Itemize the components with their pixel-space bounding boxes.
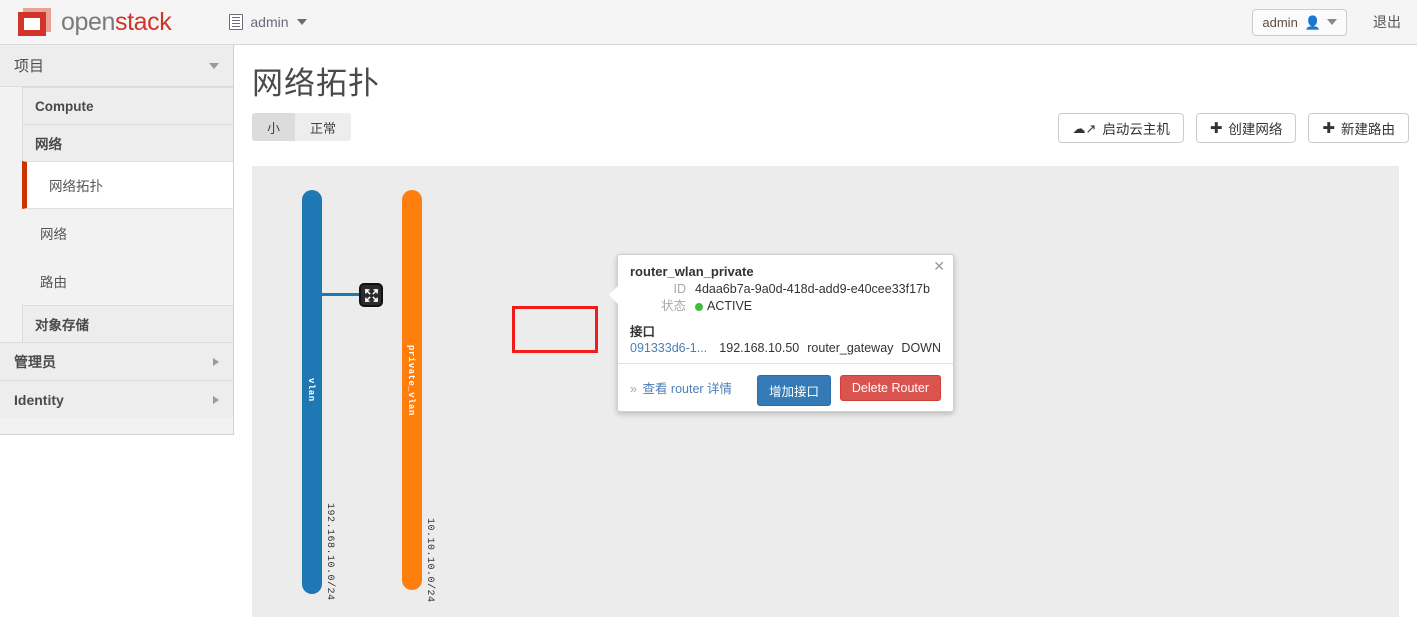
person-icon: 👤 [1304, 14, 1321, 30]
sidebar-header-project-label: 项目 [14, 58, 45, 75]
sidebar-item-routers-label: 路由 [40, 275, 67, 290]
chevron-down-icon [209, 62, 219, 69]
interface-id-link[interactable]: 091333d6-1... [630, 341, 711, 355]
openstack-logo[interactable]: openstack [18, 7, 172, 37]
sidebar-item-object-storage-label: 对象存储 [35, 318, 89, 333]
router-detail-popup[interactable]: ✕ router_wlan_private ID 4daa6b7a-9a0d-4… [609, 254, 954, 412]
create-router-label: 新建路由 [1341, 122, 1395, 137]
network-bar-private-vlan-subnet: 10.10.10.0/24 [424, 518, 435, 603]
chevron-right-icon [213, 357, 219, 366]
topology-size-toggle: 小 正常 [252, 113, 352, 141]
view-router-detail-label: 查看 router 详情 [642, 381, 733, 396]
popup-id-row: ID 4daa6b7a-9a0d-418d-add9-e40cee33f17b [630, 282, 941, 297]
popup-status-label: 状态 [660, 299, 686, 313]
sidebar-item-network-label: 网络 [35, 137, 62, 152]
interface-ip: 192.168.10.50 [719, 341, 800, 355]
network-bar-private-vlan[interactable]: private_vlan 10.10.10.0/24 [402, 190, 435, 603]
sidebar-header-admin-label: 管理员 [14, 353, 56, 370]
logo-text-stack: stack [115, 7, 172, 36]
popup-id-value: 4daa6b7a-9a0d-418d-add9-e40cee33f17b [695, 282, 930, 296]
sidebar-item-network-topology[interactable]: 网络拓扑 [22, 161, 233, 209]
user-menu-label: admin [1262, 14, 1298, 30]
openstack-logo-icon [18, 8, 52, 36]
create-network-button[interactable]: ✚ 创建网络 [1195, 113, 1297, 143]
main-content: 网络拓扑 小 正常 ☁↗ 启动云主机 ✚ 创建网络 ✚ 新建路由 vlan 19… [234, 45, 1417, 631]
launch-instance-label: 启动云主机 [1102, 122, 1170, 137]
sidebar-item-network[interactable]: 网络 [22, 124, 233, 161]
network-bar-vlan-subnet: 192.168.10.0/24 [324, 503, 335, 601]
sidebar-header-admin[interactable]: 管理员 [0, 342, 233, 380]
action-buttons: ☁↗ 启动云主机 ✚ 创建网络 ✚ 新建路由 [1058, 113, 1409, 143]
chevron-down-icon [296, 19, 307, 25]
create-network-label: 创建网络 [1228, 122, 1283, 137]
router-move-icon [364, 288, 378, 302]
sidebar-item-routers[interactable]: 路由 [22, 257, 233, 305]
popup-status-value-wrap: ACTIVE [695, 299, 752, 314]
network-bar-vlan[interactable]: vlan 192.168.10.0/24 [302, 190, 335, 601]
popup-pointer-arrow [609, 286, 618, 304]
sidebar-item-object-storage[interactable]: 对象存储 [22, 305, 233, 342]
chevron-down-icon [1327, 19, 1337, 25]
popup-status-row: 状态 ACTIVE [630, 299, 941, 314]
router-node[interactable] [359, 283, 383, 307]
plus-icon: ✚ [1209, 119, 1223, 137]
create-router-button[interactable]: ✚ 新建路由 [1308, 113, 1409, 143]
add-interface-button[interactable]: 增加接口 [757, 375, 832, 406]
sidebar-item-networks-label: 网络 [40, 227, 67, 242]
double-chevron-icon: » [630, 381, 637, 396]
list-document-icon [229, 14, 244, 30]
popup-interfaces-label: 接口 [630, 325, 656, 339]
interface-row: 091333d6-1... 192.168.10.50 router_gatew… [630, 341, 941, 355]
sidebar-header-project[interactable]: 项目 [0, 45, 233, 87]
interface-state: DOWN [901, 341, 941, 355]
sidebar-item-compute[interactable]: Compute [22, 87, 233, 124]
launch-instance-button[interactable]: ☁↗ 启动云主机 [1058, 113, 1184, 143]
toggle-small[interactable]: 小 [252, 113, 296, 141]
status-badge: ACTIVE [707, 299, 753, 313]
sidebar-item-networks[interactable]: 网络 [22, 209, 233, 257]
sidebar: 项目 Compute 网络 网络拓扑 网络 路由 对象存储 管理员 Identi… [0, 45, 234, 435]
logo-text: openstack [61, 7, 172, 37]
sidebar-item-compute-label: Compute [35, 98, 94, 114]
page-title: 网络拓扑 [252, 66, 380, 101]
popup-title: router_wlan_private [630, 264, 754, 279]
delete-router-button[interactable]: Delete Router [839, 375, 941, 401]
sidebar-header-identity[interactable]: Identity [0, 380, 233, 418]
sidebar-header-identity-label: Identity [14, 391, 64, 408]
popup-id-label: ID [673, 282, 687, 296]
cloud-upload-icon: ☁↗ [1072, 120, 1097, 136]
top-navbar: openstack admin admin 👤 退出 [0, 0, 1417, 45]
sidebar-item-network-topology-label: 网络拓扑 [49, 179, 103, 194]
popup-body: router_wlan_private ID 4daa6b7a-9a0d-418… [618, 255, 953, 363]
network-bar-private-vlan-name: private_vlan [406, 345, 416, 416]
popup-footer: » 查看 router 详情 增加接口 Delete Router [618, 363, 953, 411]
tenant-label: admin [250, 14, 289, 30]
router-network-link [312, 293, 360, 296]
interface-type: router_gateway [807, 341, 894, 355]
toggle-normal[interactable]: 正常 [295, 113, 352, 141]
navbar-right: admin 👤 退出 [1252, 8, 1401, 36]
status-dot-icon [695, 302, 703, 311]
tenant-switcher[interactable]: admin [229, 14, 307, 30]
plus-icon: ✚ [1322, 119, 1335, 137]
chevron-right-icon [213, 395, 219, 404]
network-bar-vlan-name: vlan [306, 378, 316, 402]
user-menu[interactable]: admin 👤 [1252, 8, 1347, 36]
close-icon[interactable]: ✕ [933, 259, 945, 273]
view-router-detail-link[interactable]: » 查看 router 详情 [630, 378, 732, 397]
logo-text-open: open [61, 7, 116, 36]
logout-link[interactable]: 退出 [1373, 12, 1401, 32]
